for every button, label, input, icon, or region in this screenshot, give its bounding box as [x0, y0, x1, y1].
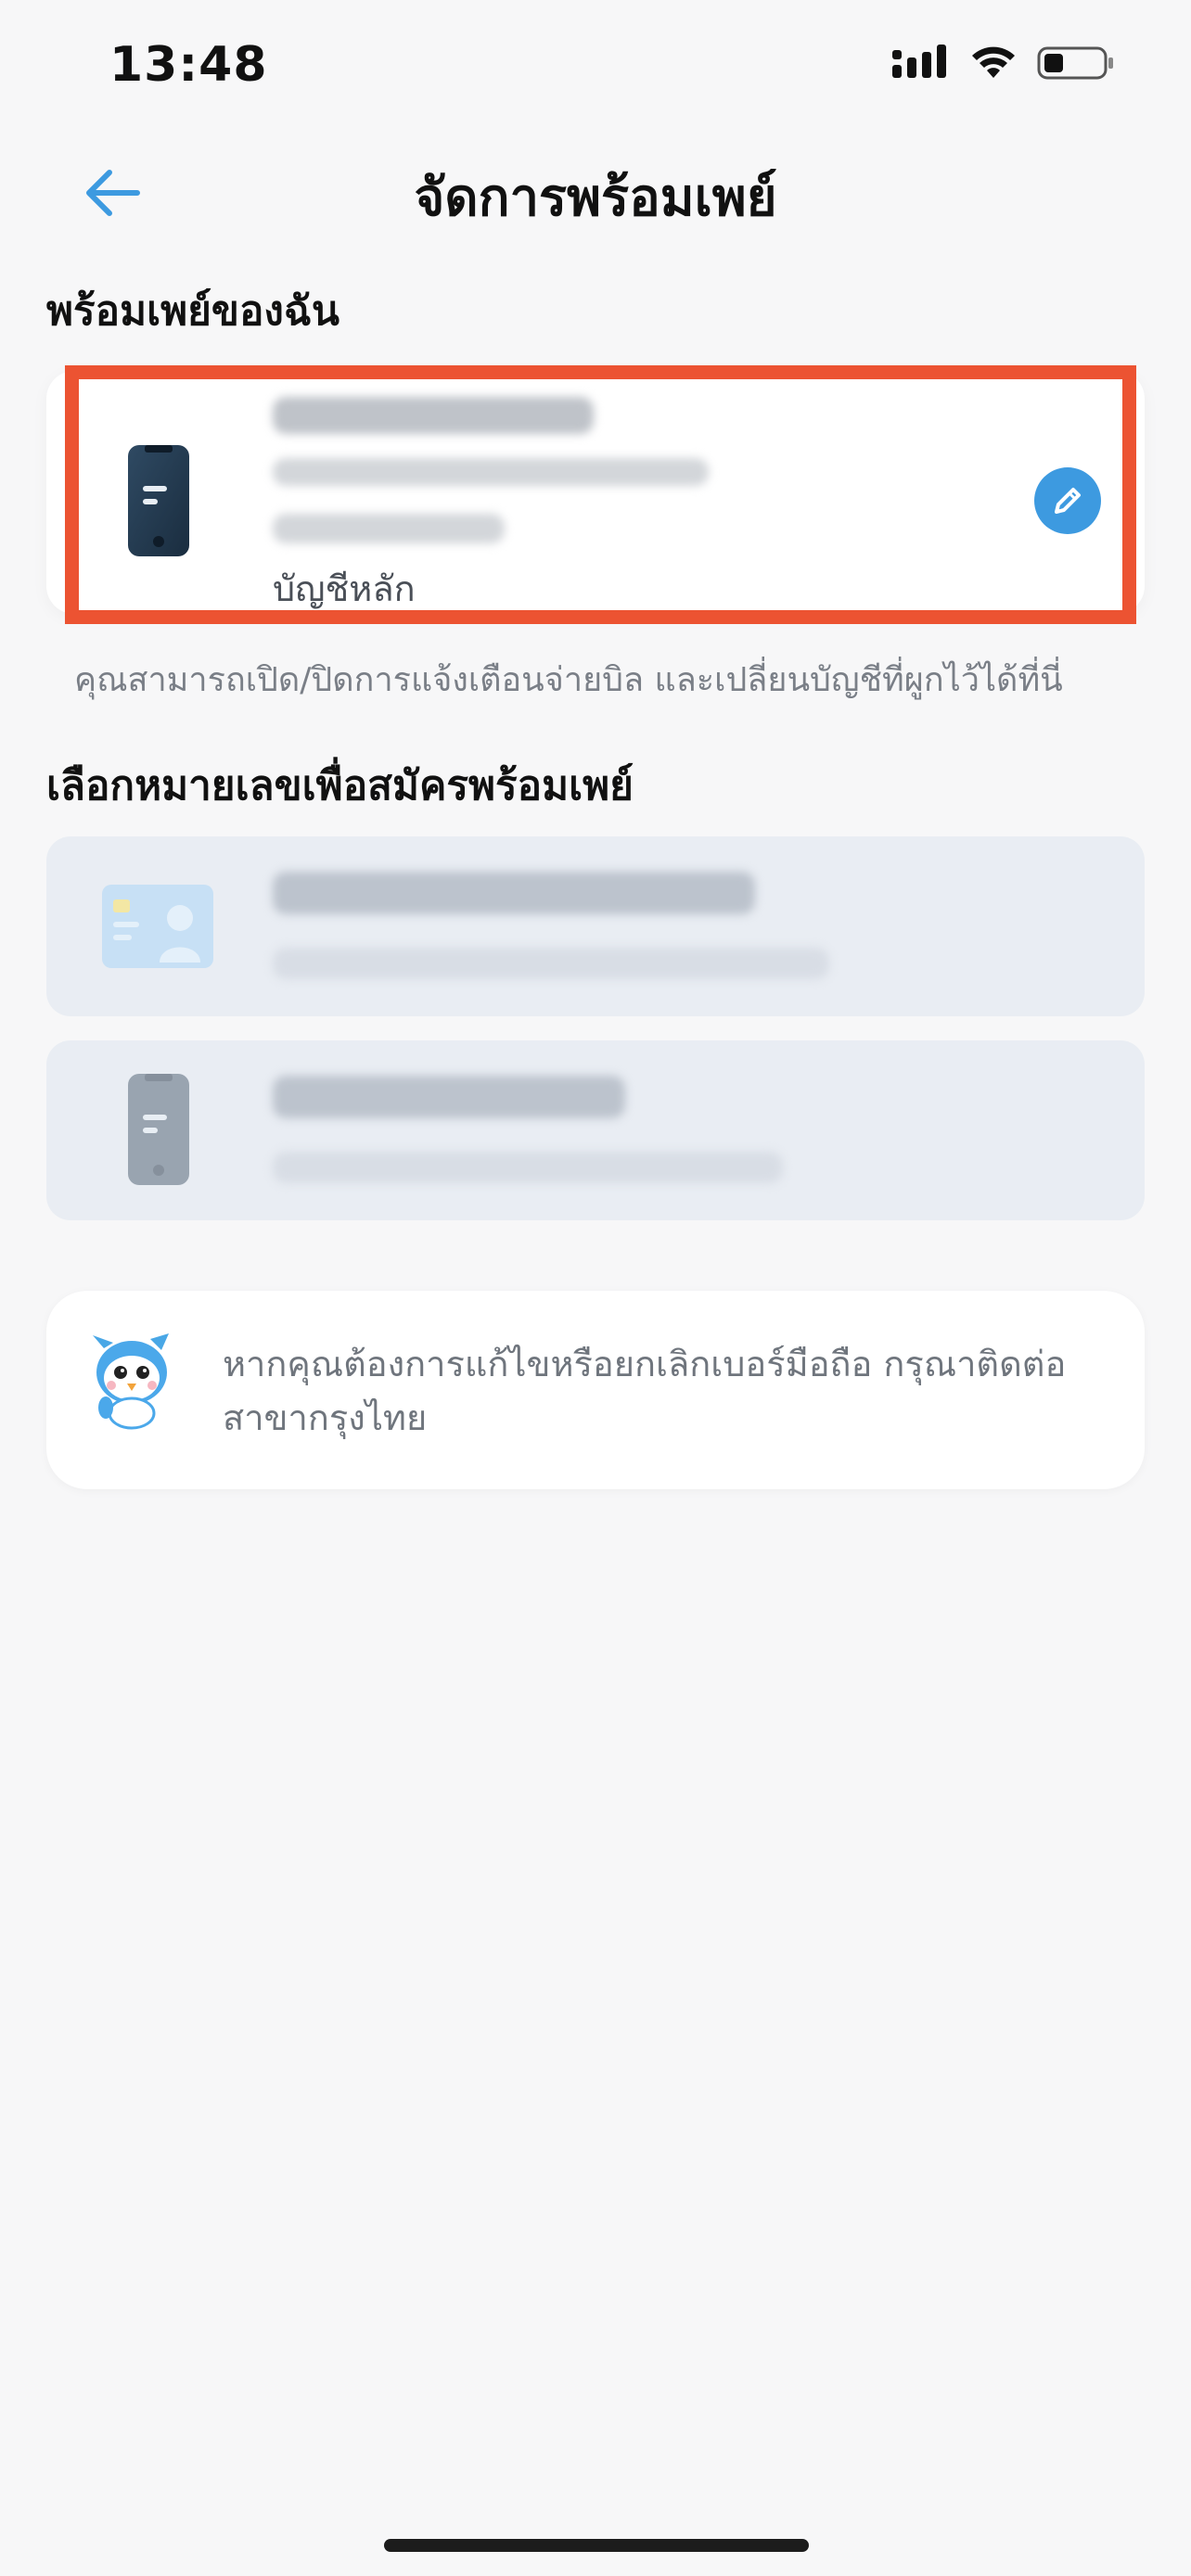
option-phone[interactable] [46, 1040, 1145, 1220]
page-title: จัดการพร้อมเพย์ [414, 168, 777, 228]
id-description-blurred [273, 948, 829, 979]
home-indicator[interactable] [384, 2539, 809, 2552]
primary-account-label: บัญชีหลัก [273, 568, 416, 609]
id-number-blurred [273, 872, 755, 914]
info-text: หากคุณต้องการแก้ไขหรือยกเลิกเบอร์มือถือ … [223, 1344, 1067, 1438]
id-card-icon [102, 885, 213, 968]
battery-icon [1037, 46, 1113, 80]
status-time: 13:48 [109, 37, 268, 93]
promptpay-note: คุณสามารถเปิด/ปิดการแจ้งเตือนจ่ายบิล และ… [74, 661, 1063, 699]
option-id-card[interactable] [46, 836, 1145, 1016]
pencil-icon [1055, 488, 1081, 514]
my-promptpay-title: พร้อมเพย์ของฉัน [46, 287, 339, 335]
mascot-icon [93, 1333, 169, 1430]
status-icons [892, 45, 1115, 82]
wifi-icon [972, 46, 1015, 78]
highlight-box [65, 365, 1136, 624]
register-title: เลือกหมายเลขเพื่อสมัครพร้อมเพย์ [46, 762, 634, 810]
phone-description-blurred [273, 1152, 783, 1183]
edit-button[interactable] [1034, 467, 1101, 534]
signal-icon [892, 45, 946, 78]
phone-icon [128, 1074, 189, 1185]
phone-number-blurred [273, 1076, 625, 1118]
